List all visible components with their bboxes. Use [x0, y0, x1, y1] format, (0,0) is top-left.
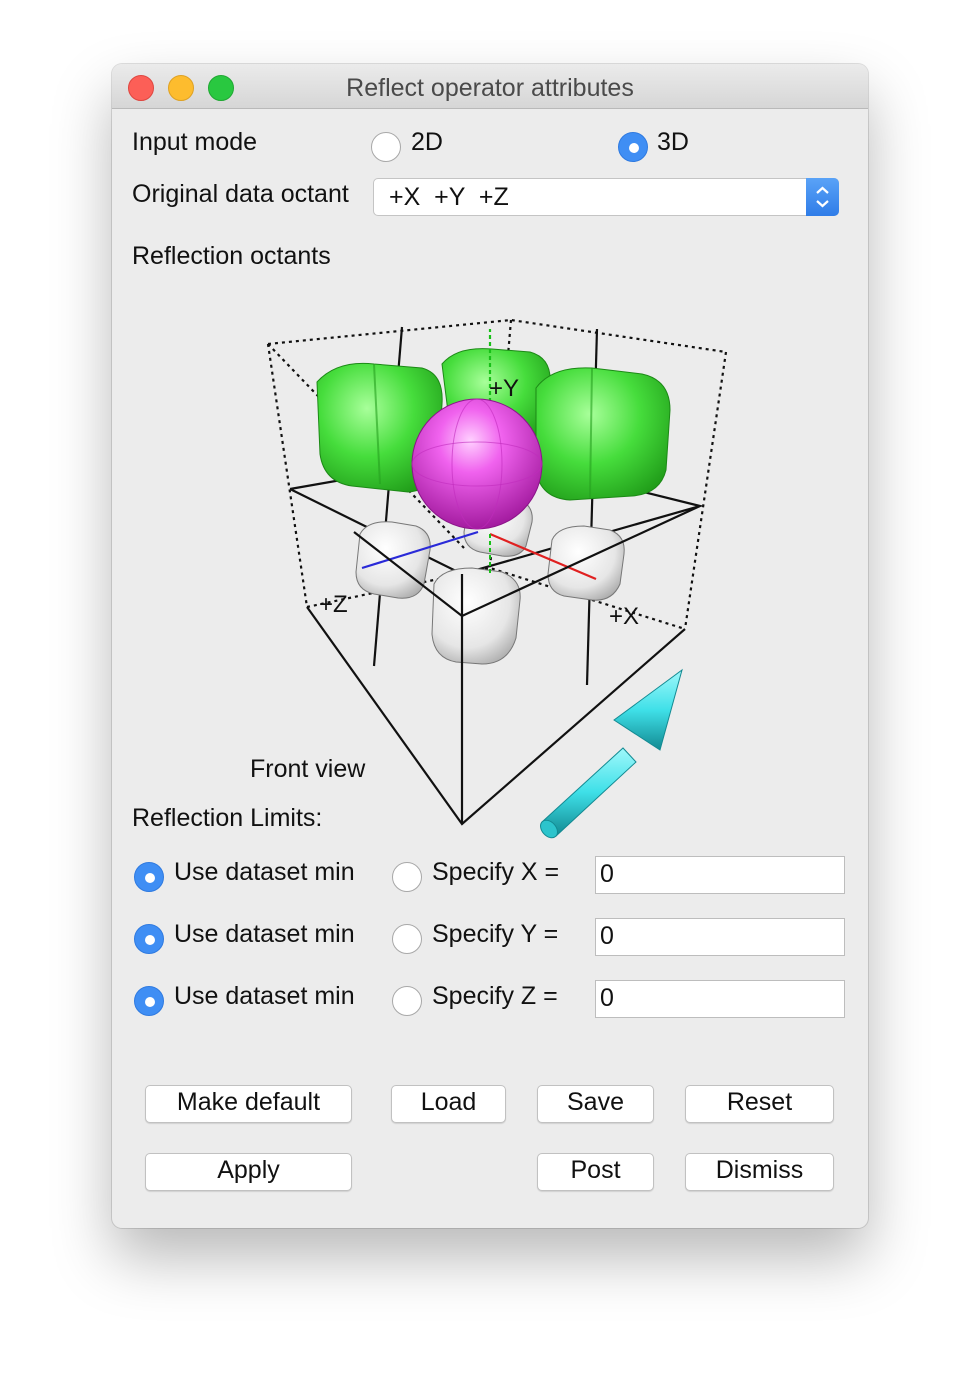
specify-z-label[interactable]: Specify Z = — [432, 982, 558, 1011]
specify-z-field[interactable]: 0 — [595, 980, 845, 1018]
specify-y-radio[interactable] — [392, 924, 422, 954]
axis-label-y: +Y — [489, 375, 519, 402]
use-dataset-min-y-label[interactable]: Use dataset min — [174, 920, 355, 949]
use-dataset-min-z-label[interactable]: Use dataset min — [174, 982, 355, 1011]
specify-y-field[interactable]: 0 — [595, 918, 845, 956]
octant-select-stepper[interactable] — [806, 178, 839, 216]
window-title: Reflect operator attributes — [346, 74, 634, 102]
data-sphere — [411, 398, 543, 530]
make-default-button[interactable]: Make default — [145, 1085, 352, 1123]
dismiss-button[interactable]: Dismiss — [685, 1153, 834, 1191]
apply-button[interactable]: Apply — [145, 1153, 352, 1191]
specify-x-value: 0 — [600, 860, 614, 888]
use-dataset-min-x-radio[interactable] — [134, 862, 164, 892]
specify-x-field[interactable]: 0 — [595, 856, 845, 894]
specify-z-value: 0 — [600, 984, 614, 1012]
reflection-limits-label: Reflection Limits: — [132, 804, 323, 832]
green-cube-right — [535, 367, 671, 501]
octant-label: Original data octant — [132, 180, 349, 208]
reset-button[interactable]: Reset — [685, 1085, 834, 1123]
front-view-label: Front view — [250, 755, 366, 783]
octant-select-value: +X +Y +Z — [389, 183, 509, 211]
title-bar[interactable]: Reflect operator attributes — [112, 64, 868, 109]
white-cube-front — [431, 567, 521, 665]
use-dataset-min-z-radio[interactable] — [134, 986, 164, 1016]
post-button[interactable]: Post — [537, 1153, 654, 1191]
specify-x-radio[interactable] — [392, 862, 422, 892]
input-mode-2d-radio[interactable] — [371, 132, 401, 162]
specify-y-label[interactable]: Specify Y = — [432, 920, 558, 949]
specify-y-value: 0 — [600, 922, 614, 950]
use-dataset-min-x-label[interactable]: Use dataset min — [174, 858, 355, 887]
specify-z-radio[interactable] — [392, 986, 422, 1016]
dialog-window: Reflect operator attributes Input mode 2… — [112, 64, 868, 1228]
input-mode-label: Input mode — [132, 128, 258, 156]
save-button[interactable]: Save — [537, 1085, 654, 1123]
use-dataset-min-y-radio[interactable] — [134, 924, 164, 954]
up-down-chevron-icon — [816, 186, 829, 208]
reflection-octants-view[interactable]: +Y +Z +X Front view — [112, 294, 868, 854]
input-mode-3d-label[interactable]: 3D — [657, 128, 689, 157]
axis-label-z: +Z — [319, 591, 348, 618]
axis-label-x: +X — [609, 603, 639, 630]
white-cube-left — [355, 521, 431, 599]
input-mode-2d-label[interactable]: 2D — [411, 128, 443, 157]
input-mode-3d-radio[interactable] — [618, 132, 648, 162]
load-button[interactable]: Load — [391, 1085, 506, 1123]
octant-select[interactable]: +X +Y +Z — [373, 178, 839, 216]
reflection-octants-label: Reflection octants — [132, 242, 331, 270]
specify-x-label[interactable]: Specify X = — [432, 858, 559, 887]
